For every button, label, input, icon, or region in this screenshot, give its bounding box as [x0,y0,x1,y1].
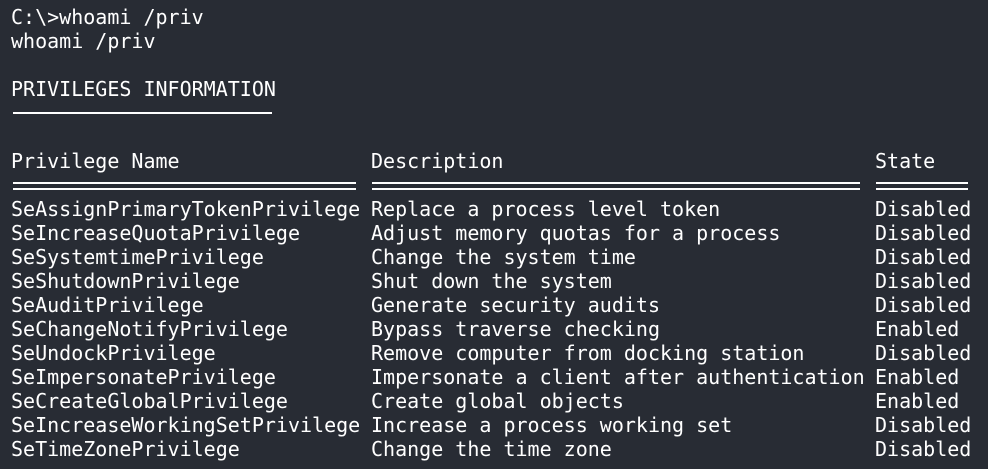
privilege-description: Bypass traverse checking [371,317,660,341]
privilege-description: Shut down the system [371,269,612,293]
table-header: Privilege Name Description State [0,149,988,173]
table-row: SeUndockPrivilege Remove computer from d… [0,341,988,365]
header-rule-description [372,182,860,190]
privilege-state: Disabled [875,269,972,293]
table-row: SeIncreaseQuotaPrivilege Adjust memory q… [0,221,988,245]
privilege-state: Disabled [875,197,972,221]
header-rule-state [876,182,968,190]
privilege-name: SeShutdownPrivilege [11,269,240,293]
privilege-state: Disabled [875,413,972,437]
table-row: SeShutdownPrivilege Shut down the system… [0,269,988,293]
privilege-description: Change the time zone [371,437,612,461]
header-state: State [875,149,936,173]
privilege-description: Create global objects [371,389,624,413]
privilege-name: SeAssignPrimaryTokenPrivilege [11,197,361,221]
privilege-name: SeIncreaseQuotaPrivilege [11,221,300,245]
privilege-description: Replace a process level token [371,197,721,221]
table-row: SeChangeNotifyPrivilege Bypass traverse … [0,317,988,341]
privilege-name: SeUndockPrivilege [11,341,216,365]
privilege-state: Enabled [875,389,960,413]
table-row: SeIncreaseWorkingSetPrivilege Increase a… [0,413,988,437]
header-privilege-name: Privilege Name [11,149,180,173]
table-row: SeAuditPrivilege Generate security audit… [0,293,988,317]
privilege-name: SeIncreaseWorkingSetPrivilege [11,413,361,437]
table-row: SeImpersonatePrivilege Impersonate a cli… [0,365,988,389]
privilege-state: Disabled [875,341,972,365]
table-row: SeTimeZonePrivilege Change the time zone… [0,437,988,461]
command-echo-line: whoami /priv [11,29,156,53]
privilege-name: SeImpersonatePrivilege [11,365,276,389]
privilege-state: Disabled [875,437,972,461]
privilege-state: Enabled [875,317,960,341]
table-row: SeAssignPrimaryTokenPrivilege Replace a … [0,197,988,221]
privilege-description: Impersonate a client after authenticatio… [371,365,865,389]
header-rule-name [13,182,356,190]
privilege-state: Disabled [875,221,972,245]
privilege-description: Remove computer from docking station [371,341,805,365]
section-title-underline [13,112,272,114]
section-title: PRIVILEGES INFORMATION [11,77,276,101]
privilege-description: Change the system time [371,245,636,269]
table-row: SeSystemtimePrivilege Change the system … [0,245,988,269]
privilege-name: SeSystemtimePrivilege [11,245,264,269]
command-prompt-line: C:\>whoami /priv [11,5,204,29]
privilege-state: Disabled [875,245,972,269]
privilege-name: SeCreateGlobalPrivilege [11,389,288,413]
privilege-description: Adjust memory quotas for a process [371,221,781,245]
privilege-name: SeTimeZonePrivilege [11,437,240,461]
privilege-state: Enabled [875,365,960,389]
privilege-description: Increase a process working set [371,413,733,437]
privilege-name: SeChangeNotifyPrivilege [11,317,288,341]
privilege-description: Generate security audits [371,293,660,317]
table-row: SeCreateGlobalPrivilege Create global ob… [0,389,988,413]
privilege-name: SeAuditPrivilege [11,293,204,317]
privilege-state: Disabled [875,293,972,317]
header-description: Description [371,149,504,173]
